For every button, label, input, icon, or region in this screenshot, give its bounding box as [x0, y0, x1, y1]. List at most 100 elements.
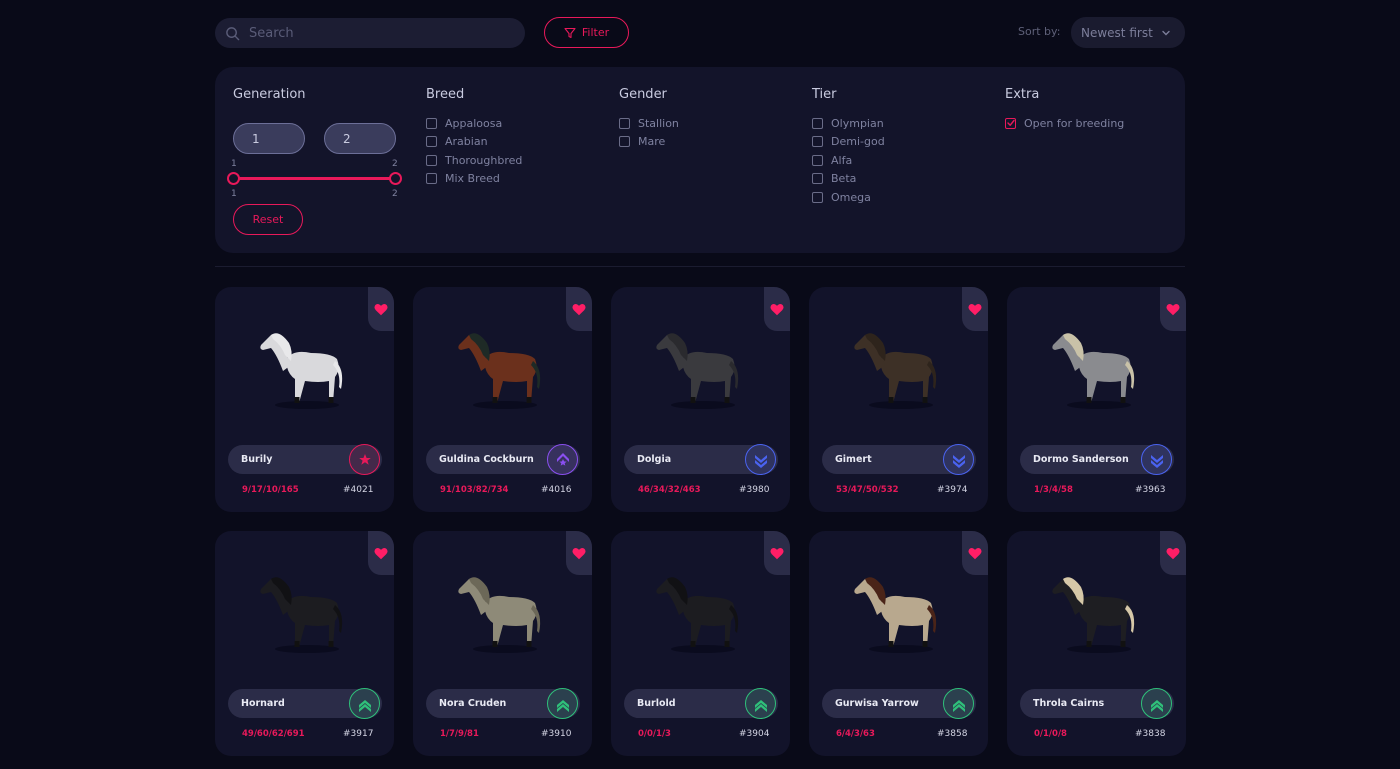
checkbox-option[interactable]: Olympian	[812, 114, 885, 133]
horse-id: #3904	[739, 729, 770, 739]
horse-name: Gurwisa Yarrow	[835, 698, 919, 709]
checkbox-checked-icon[interactable]	[1005, 117, 1016, 129]
horse-name: Gimert	[835, 454, 872, 465]
heart-icon	[968, 303, 982, 315]
favorite-button[interactable]	[962, 287, 988, 331]
checkbox-label: Mare	[638, 135, 666, 149]
checkbox-option[interactable]: Mare	[619, 133, 679, 152]
extra-filter: Extra Open for breeding	[1005, 87, 1124, 133]
checkbox-icon[interactable]	[426, 173, 437, 185]
heart-icon	[1166, 303, 1180, 315]
horse-id: #3963	[1135, 485, 1166, 495]
search-input[interactable]	[249, 25, 509, 41]
generation-title: Generation	[233, 87, 306, 102]
filter-icon	[564, 27, 576, 38]
horse-card[interactable]: Burlold 0/0/1/3 #3904	[611, 531, 790, 756]
favorite-button[interactable]	[962, 531, 988, 575]
checkbox-icon[interactable]	[426, 136, 437, 148]
horse-id: #3980	[739, 485, 770, 495]
slider-max-handle[interactable]	[389, 172, 402, 185]
horse-card[interactable]: Nora Cruden 1/7/9/81 #3910	[413, 531, 592, 756]
favorite-button[interactable]	[566, 287, 592, 331]
search-bar[interactable]	[215, 18, 525, 48]
sort-select[interactable]: Newest first	[1071, 17, 1185, 48]
checkbox-option[interactable]: Appaloosa	[426, 114, 522, 133]
horse-card[interactable]: Gurwisa Yarrow 6/4/3/63 #3858	[809, 531, 988, 756]
horse-image	[656, 577, 739, 653]
range-min-tick: 1	[231, 159, 237, 169]
checkbox-option[interactable]: Beta	[812, 170, 885, 189]
heart-icon	[374, 303, 388, 315]
horse-name: Throla Cairns	[1033, 698, 1105, 709]
generation-filter: Generation	[233, 87, 413, 114]
checkbox-option[interactable]: Stallion	[619, 114, 679, 133]
checkbox-label: Mix Breed	[445, 172, 500, 186]
horse-id: #3917	[343, 729, 374, 739]
double-chevron-up-icon	[556, 699, 569, 712]
favorite-button[interactable]	[566, 531, 592, 575]
horse-card[interactable]: Dormo Sanderson 1/3/4/58 #3963	[1007, 287, 1186, 512]
checkbox-option[interactable]: Demi-god	[812, 133, 885, 152]
horse-name: Burlold	[637, 698, 676, 709]
horse-card[interactable]: Dolgia 46/34/32/463 #3980	[611, 287, 790, 512]
checkbox-icon[interactable]	[812, 117, 823, 129]
favorite-button[interactable]	[368, 531, 394, 575]
horse-card[interactable]: Burily 9/17/10/165 #4021	[215, 287, 394, 512]
horse-stats: 91/103/82/734	[440, 485, 509, 495]
horse-image	[656, 333, 739, 409]
checkbox-option[interactable]: Alfa	[812, 151, 885, 170]
horse-name: Hornard	[241, 698, 285, 709]
favorite-button[interactable]	[764, 287, 790, 331]
horse-stats: 1/7/9/81	[440, 729, 479, 739]
tier-badge	[943, 688, 974, 719]
favorite-button[interactable]	[368, 287, 394, 331]
tier-badge	[1141, 444, 1172, 475]
horse-card[interactable]: Hornard 49/60/62/691 #3917	[215, 531, 394, 756]
generation-slider-track[interactable]	[233, 177, 395, 180]
checkbox-icon[interactable]	[812, 191, 823, 203]
range-max-label: 2	[392, 189, 398, 199]
horse-image	[854, 577, 937, 653]
checkbox-icon[interactable]	[812, 154, 823, 166]
favorite-button[interactable]	[764, 531, 790, 575]
checkbox-label: Thoroughbred	[445, 153, 523, 167]
checkbox-icon[interactable]	[619, 136, 630, 148]
checkbox-label: Beta	[831, 172, 857, 186]
favorite-button[interactable]	[1160, 287, 1186, 331]
checkbox-icon[interactable]	[619, 117, 630, 129]
generation-max-input[interactable]: 2	[324, 123, 396, 154]
generation-min-input[interactable]: 1	[233, 123, 305, 154]
horse-stats: 9/17/10/165	[242, 485, 299, 495]
horse-id: #3974	[937, 485, 968, 495]
horse-name: Burily	[241, 454, 273, 465]
gender-filter: Gender Stallion Mare	[619, 87, 679, 151]
checkbox-label: Alfa	[831, 153, 853, 167]
horse-card[interactable]: Gimert 53/47/50/532 #3974	[809, 287, 988, 512]
breed-title: Breed	[426, 87, 465, 102]
checkbox-option[interactable]: Mix Breed	[426, 170, 522, 189]
tier-badge	[1141, 688, 1172, 719]
horse-card[interactable]: Throla Cairns 0/1/0/8 #3838	[1007, 531, 1186, 756]
checkbox-option[interactable]: Thoroughbred	[426, 151, 522, 170]
checkbox-icon[interactable]	[812, 173, 823, 185]
checkbox-icon[interactable]	[426, 154, 437, 166]
checkbox-icon[interactable]	[812, 136, 823, 148]
checkbox-option[interactable]: Arabian	[426, 133, 522, 152]
checkbox-option[interactable]: Open for breeding	[1005, 114, 1124, 133]
heart-icon	[770, 303, 784, 315]
slider-min-handle[interactable]	[227, 172, 240, 185]
checkbox-label: Demi-god	[831, 135, 885, 149]
horse-stats: 0/0/1/3	[638, 729, 671, 739]
tier-badge	[943, 444, 974, 475]
checkbox-label: Arabian	[445, 135, 488, 149]
section-divider	[215, 266, 1185, 267]
checkbox-icon[interactable]	[426, 117, 437, 129]
chevron-down-icon	[1162, 30, 1170, 35]
checkbox-option[interactable]: Omega	[812, 188, 885, 207]
reset-button[interactable]: Reset	[233, 204, 303, 235]
horse-image	[260, 333, 343, 409]
filter-button[interactable]: Filter	[544, 17, 629, 48]
gender-title: Gender	[619, 87, 667, 102]
favorite-button[interactable]	[1160, 531, 1186, 575]
horse-card[interactable]: Guldina Cockburn 91/103/82/734 #4016	[413, 287, 592, 512]
